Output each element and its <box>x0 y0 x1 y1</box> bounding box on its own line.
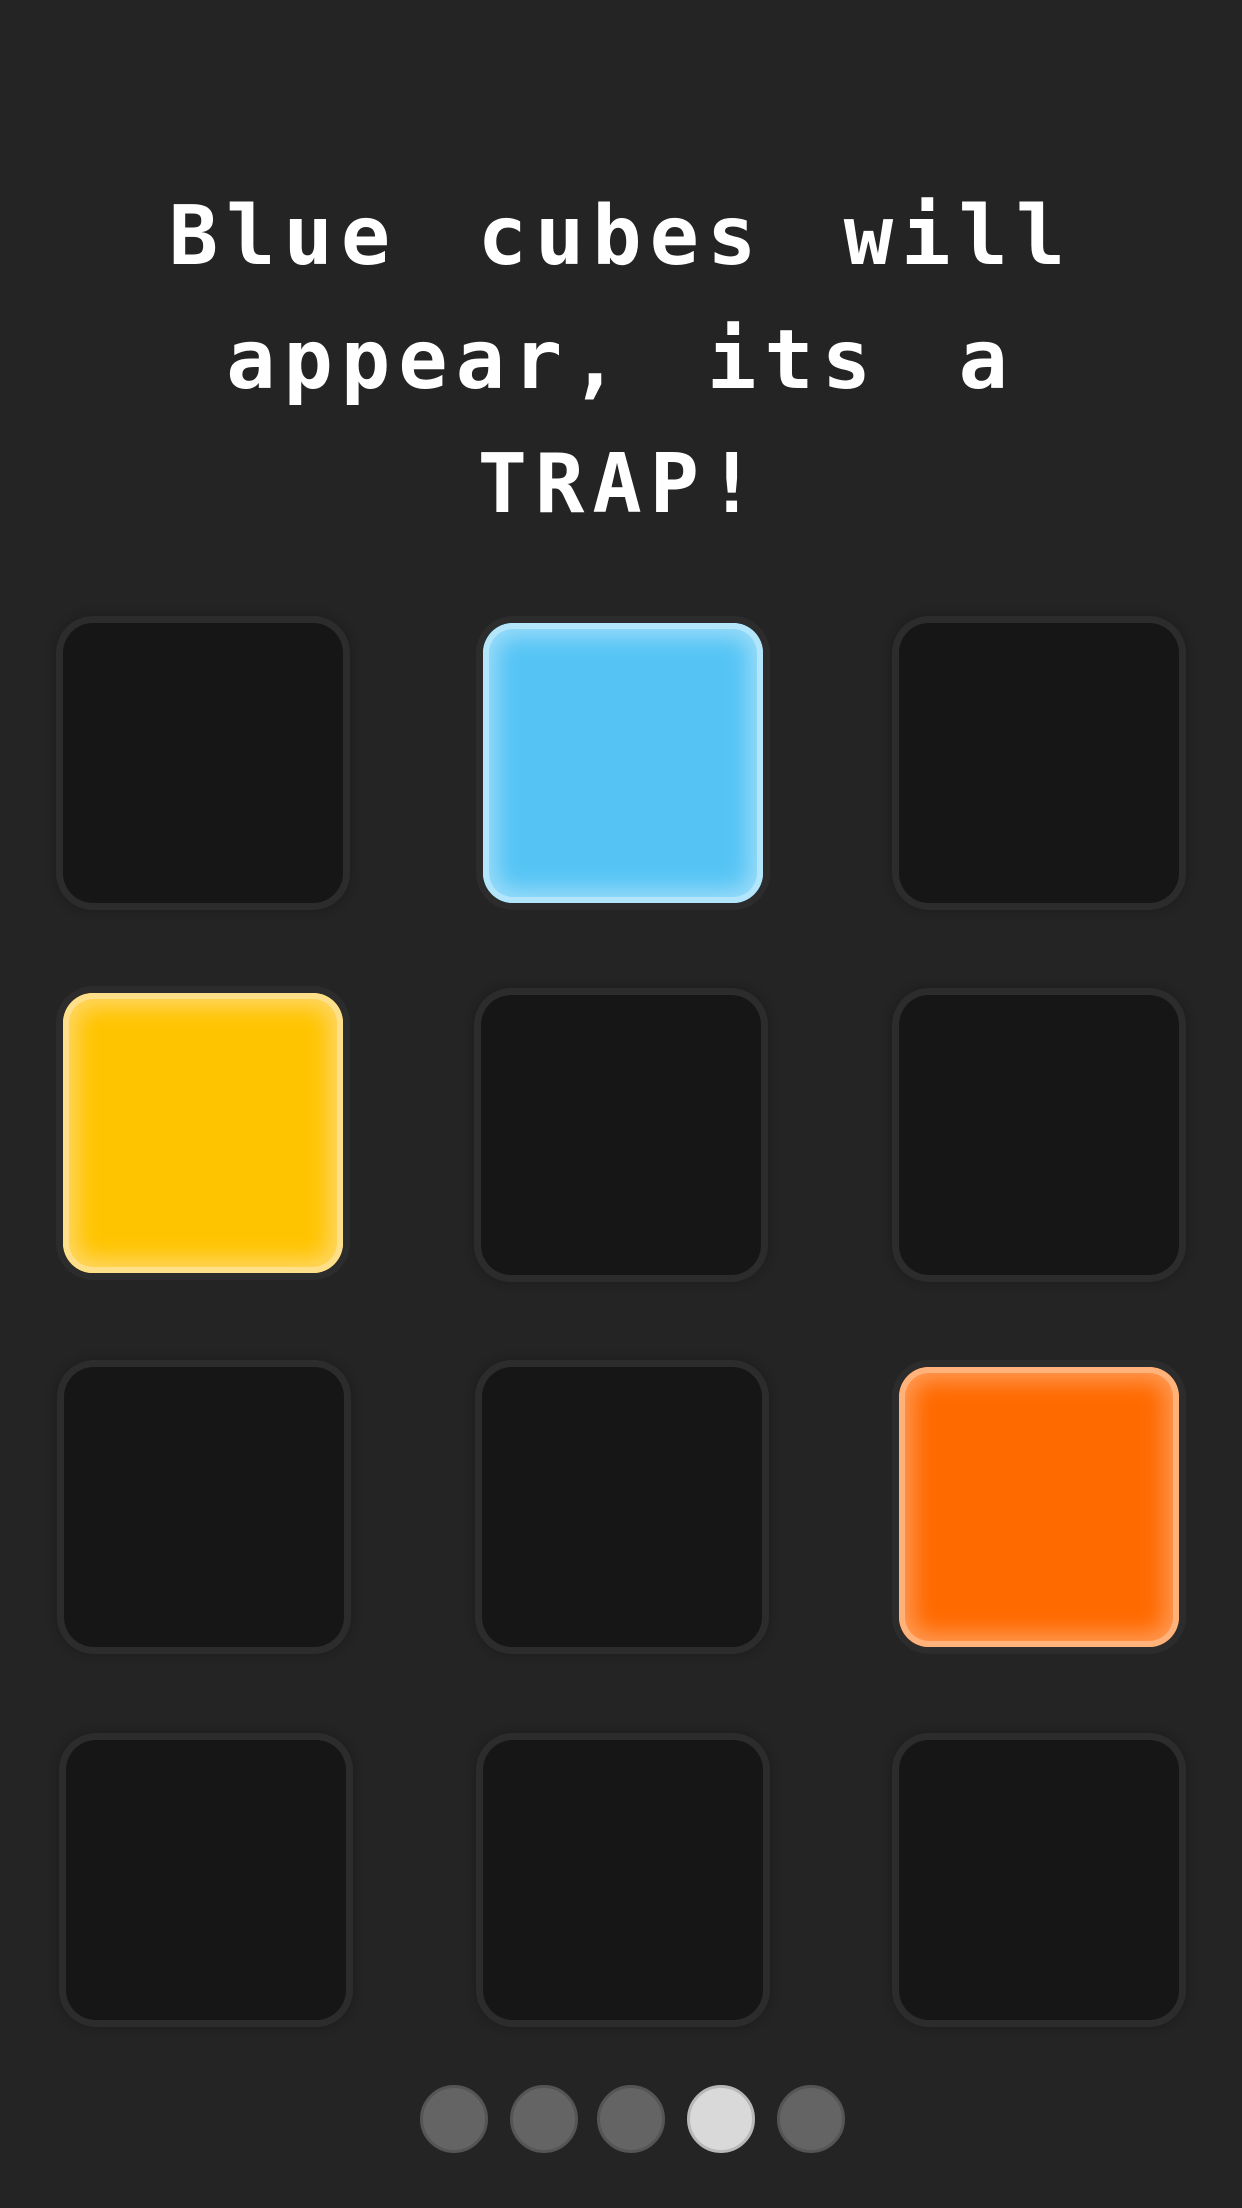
grid-cell-r3-c1[interactable] <box>64 1367 344 1647</box>
grid-cell-r4-c3[interactable] <box>899 1740 1179 2020</box>
page-indicator <box>0 2085 1242 2155</box>
page-dot-1[interactable] <box>420 2085 488 2153</box>
grid-cell-r3-c2[interactable] <box>482 1367 762 1647</box>
cube-grid <box>0 0 1242 2208</box>
page-dot-3[interactable] <box>597 2085 665 2153</box>
grid-cell-r4-c1[interactable] <box>66 1740 346 2020</box>
page-dot-2[interactable] <box>510 2085 578 2153</box>
grid-cell-r2-c3[interactable] <box>899 995 1179 1275</box>
page-dot-5[interactable] <box>777 2085 845 2153</box>
grid-cell-r1-c3[interactable] <box>899 623 1179 903</box>
orange-cube[interactable] <box>899 1367 1179 1647</box>
blue-cube[interactable] <box>483 623 763 903</box>
grid-cell-r4-c2[interactable] <box>483 1740 763 2020</box>
yellow-cube[interactable] <box>63 993 343 1273</box>
page-dot-4-active[interactable] <box>687 2085 755 2153</box>
grid-cell-r2-c2[interactable] <box>481 995 761 1275</box>
grid-cell-r1-c1[interactable] <box>63 623 343 903</box>
